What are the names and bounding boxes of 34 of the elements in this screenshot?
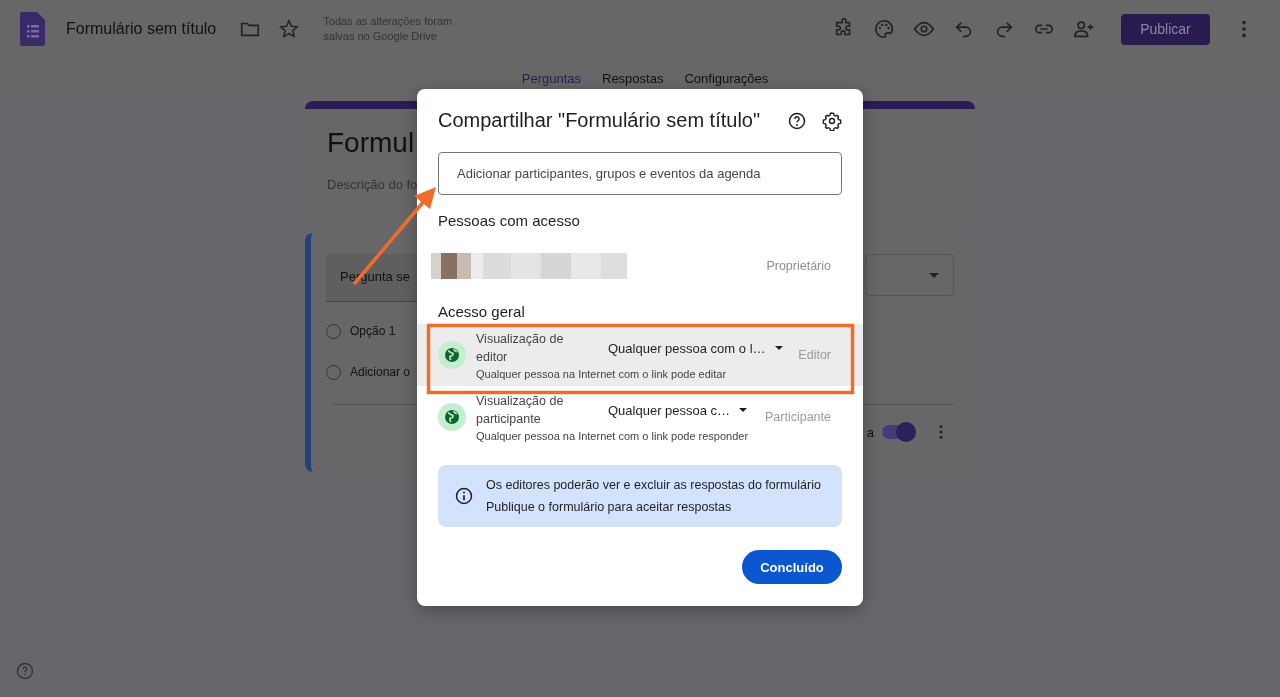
help-icon[interactable] — [787, 110, 807, 131]
globe-icon — [438, 403, 466, 431]
access-title: Visualização de editor — [476, 331, 565, 366]
settings-icon[interactable] — [822, 110, 842, 131]
globe-icon — [438, 341, 466, 369]
audience-dropdown[interactable]: Qualquer pessoa c… — [608, 402, 748, 418]
form-title[interactable]: Formulário sem título — [66, 20, 217, 38]
form-title-heading[interactable]: Formul — [327, 127, 415, 159]
info-icon — [454, 486, 474, 506]
tab[interactable]: Configurações — [684, 58, 769, 92]
forms-logo-icon[interactable] — [20, 12, 45, 46]
access-title: Visualização de participante — [476, 393, 565, 428]
role-label: Participante — [765, 410, 831, 424]
section-heading: Pessoas com acesso — [438, 212, 581, 229]
publish-button[interactable]: Publicar — [1121, 13, 1210, 45]
dialog-title: Compartilhar "Formulário sem título" — [438, 109, 762, 132]
tab[interactable]: Respostas — [602, 58, 664, 92]
caret-icon — [929, 272, 939, 278]
info-text: Publique o formulário para aceitar respostas — [486, 500, 733, 514]
audience-dropdown[interactable]: Qualquer pessoa com o l… — [608, 340, 783, 356]
required-toggle[interactable] — [882, 425, 914, 439]
option-label[interactable]: Adicionar o — [350, 365, 411, 379]
role-label: Proprietário — [766, 259, 831, 273]
info-text: Os editores poderão ver e excluir as respostas do formulário — [486, 478, 821, 492]
option-label[interactable]: Opção 1 — [350, 324, 396, 338]
done-button[interactable]: Concluído — [742, 550, 842, 584]
role-label: Editor — [798, 348, 831, 362]
add-people-field[interactable]: Adicionar participantes, grupos e eventos da agenda — [438, 152, 842, 195]
required-label: a — [866, 424, 874, 440]
access-description: Qualquer pessoa na Internet com o link pode editar — [476, 368, 728, 380]
caret-icon — [774, 346, 783, 350]
caret-icon — [739, 408, 748, 412]
section-heading: Acesso geral — [438, 303, 526, 320]
access-description: Qualquer pessoa na Internet com o link pode responder — [476, 430, 750, 442]
